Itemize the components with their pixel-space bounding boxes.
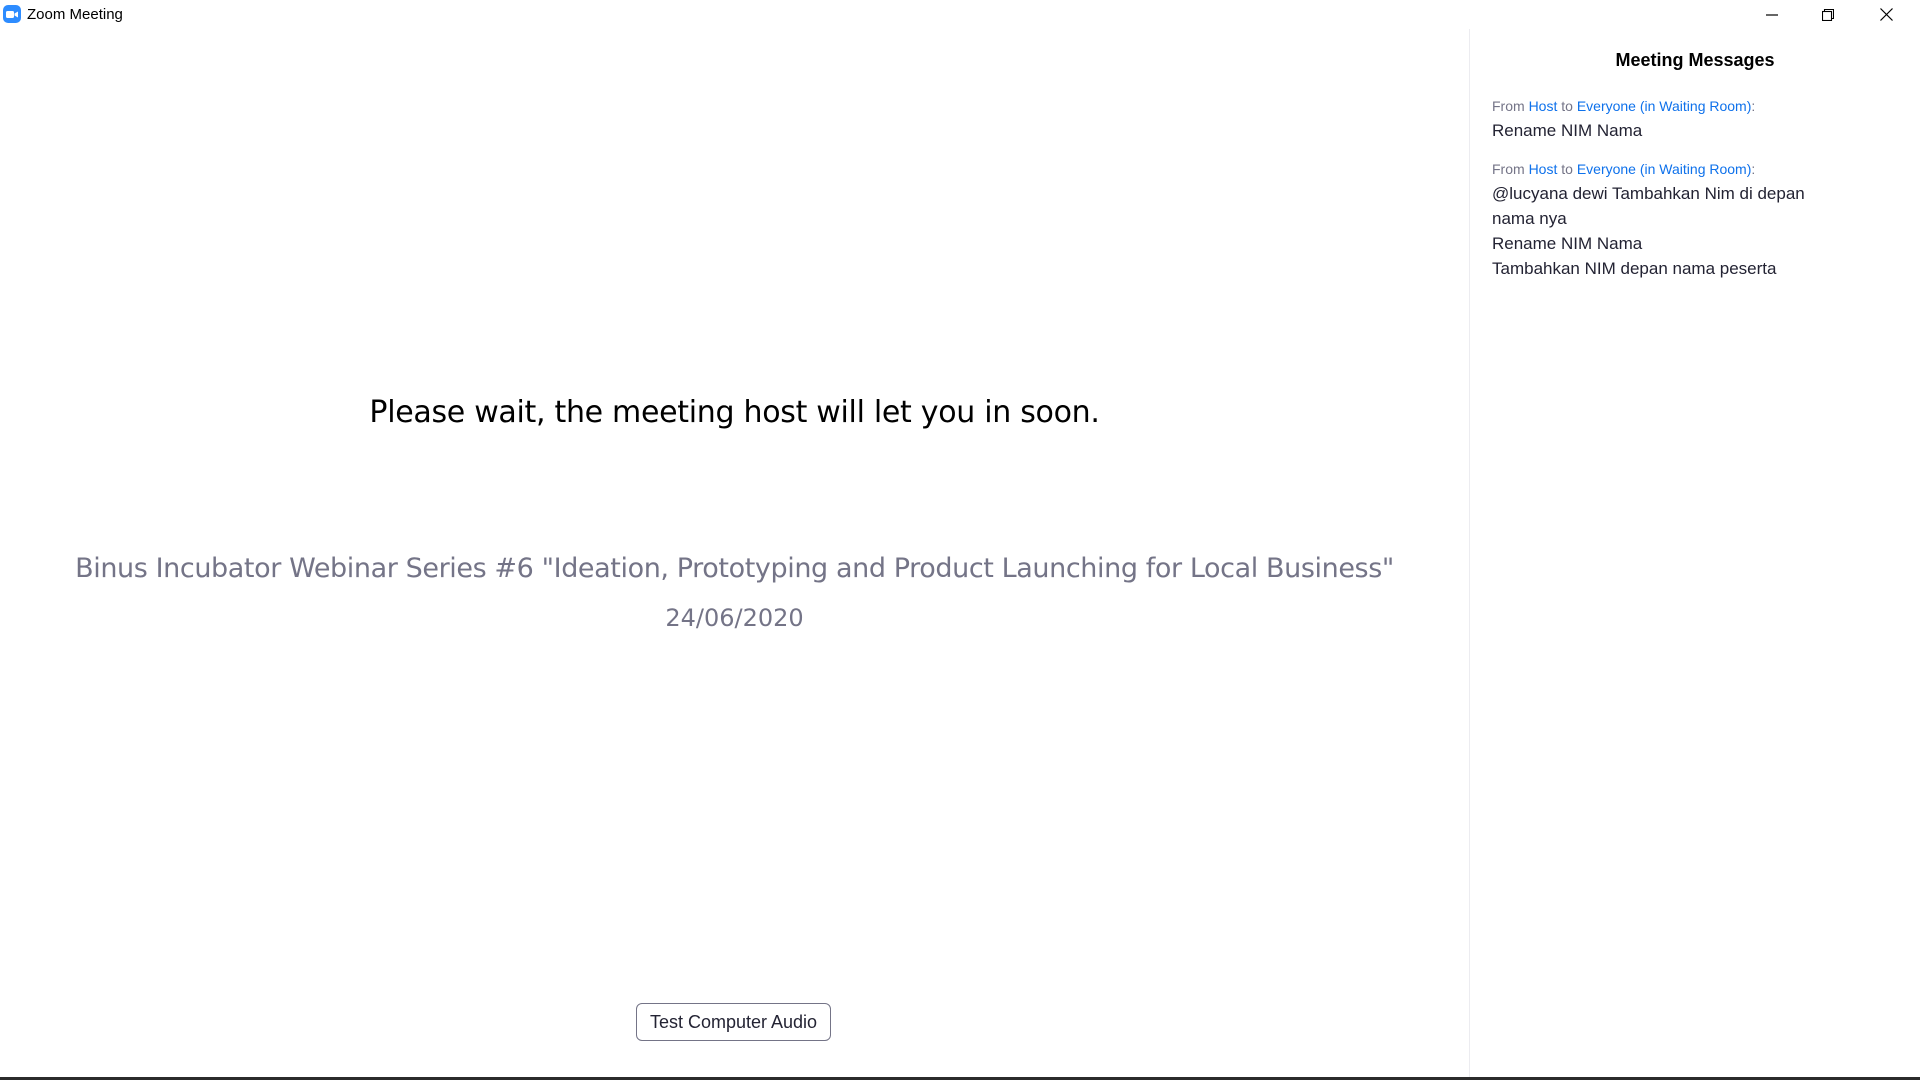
title-bar: Zoom Meeting (0, 0, 1920, 29)
window-title: Zoom Meeting (27, 6, 123, 23)
sender-link[interactable]: Host (1529, 161, 1558, 177)
restore-button[interactable] (1800, 0, 1856, 29)
message-item: From Host to Everyone (in Waiting Room):… (1492, 96, 1892, 143)
message-line: Rename NIM Nama (1492, 234, 1643, 253)
header-suffix: : (1751, 98, 1756, 114)
message-line: @lucyana dewi Tambahkan Nim di depan (1492, 184, 1805, 203)
close-icon (1879, 8, 1893, 21)
meeting-messages-panel: Meeting Messages From Host to Everyone (… (1470, 29, 1920, 1077)
minimize-button[interactable] (1744, 0, 1800, 29)
minimize-icon (1766, 13, 1778, 16)
message-line: Rename NIM Nama (1492, 121, 1643, 140)
message-header: From Host to Everyone (in Waiting Room): (1492, 159, 1892, 179)
recipient-link[interactable]: Everyone (in Waiting Room) (1577, 98, 1752, 114)
panel-title: Meeting Messages (1615, 50, 1775, 70)
sender-link[interactable]: Host (1529, 98, 1558, 114)
restore-icon (1822, 8, 1834, 21)
waiting-room-area: Please wait, the meeting host will let y… (0, 29, 1469, 1077)
to-label: to (1561, 98, 1573, 114)
message-body: @lucyana dewi Tambahkan Nim di depan nam… (1492, 181, 1892, 281)
message-header: From Host to Everyone (in Waiting Room): (1492, 96, 1892, 116)
meeting-date: 24/06/2020 (665, 604, 804, 632)
from-label: From (1492, 98, 1525, 114)
meeting-topic: Binus Incubator Webinar Series #6 "Ideat… (75, 553, 1394, 584)
zoom-camera-icon (3, 5, 21, 23)
message-item: From Host to Everyone (in Waiting Room):… (1492, 159, 1892, 281)
message-body: Rename NIM Nama (1492, 118, 1892, 143)
close-button[interactable] (1858, 0, 1914, 29)
message-line: nama nya (1492, 209, 1567, 228)
test-computer-audio-button[interactable]: Test Computer Audio (636, 1003, 831, 1041)
recipient-link[interactable]: Everyone (in Waiting Room) (1577, 161, 1752, 177)
zoom-window: Zoom Meeting Please wait, the meeting ho… (0, 0, 1920, 1080)
to-label: to (1561, 161, 1573, 177)
from-label: From (1492, 161, 1525, 177)
message-line: Tambahkan NIM depan nama peserta (1492, 259, 1777, 278)
header-suffix: : (1751, 161, 1756, 177)
waiting-message: Please wait, the meeting host will let y… (369, 395, 1100, 430)
